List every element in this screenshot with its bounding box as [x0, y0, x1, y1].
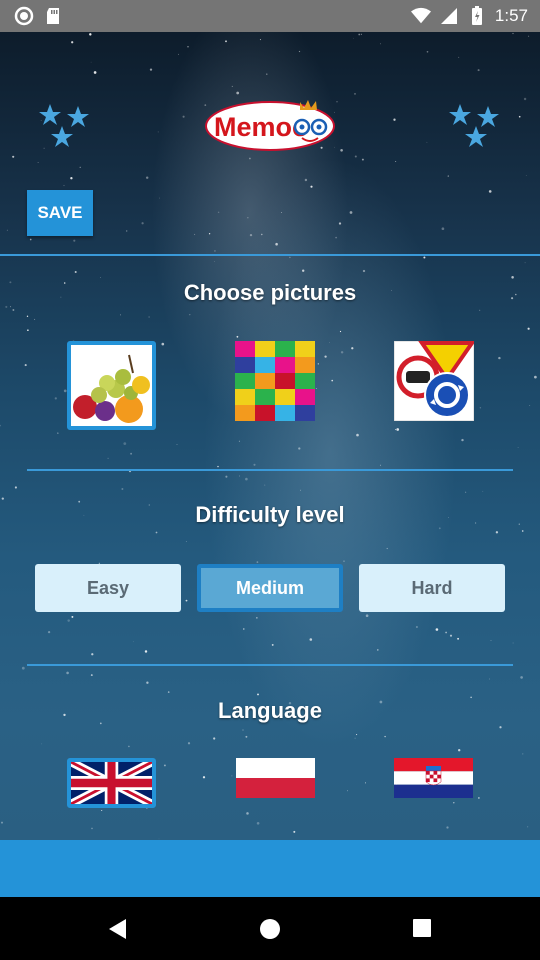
language-title: Language — [218, 698, 322, 723]
stars-decoration-right — [449, 104, 499, 147]
signal-icon — [440, 8, 457, 24]
traffic-signs-image — [393, 340, 476, 422]
save-button[interactable]: SAVE — [27, 190, 93, 236]
bottom-bar — [0, 840, 540, 897]
fruits-image — [71, 345, 152, 426]
stars-decoration-left — [39, 104, 89, 147]
picture-set-traffic-signs[interactable] — [393, 340, 476, 422]
wifi-icon — [410, 7, 431, 24]
picture-set-fruits[interactable] — [67, 341, 156, 430]
sd-card-icon — [47, 8, 59, 24]
memoo-logo: Memoo — [204, 98, 336, 152]
color-grid-image — [235, 341, 315, 421]
status-bar: 1:57 — [0, 0, 540, 32]
easy-button[interactable]: Easy — [35, 564, 181, 612]
english-flag[interactable] — [67, 758, 156, 808]
header: Memoo SAVE — [0, 32, 540, 256]
medium-button[interactable]: Medium — [197, 564, 343, 612]
settings-screen: Memoo SAVE Choose pictures Difficulty le… — [0, 32, 540, 840]
hard-button[interactable]: Hard — [359, 564, 505, 612]
polish-flag[interactable] — [236, 758, 315, 798]
croatian-flag[interactable] — [394, 758, 473, 798]
divider — [27, 469, 513, 471]
uk-flag-icon — [69, 758, 154, 808]
choose-pictures-title: Choose pictures — [183, 280, 357, 305]
picture-set-colors[interactable] — [235, 341, 315, 421]
croatia-flag-icon — [394, 758, 473, 798]
record-icon — [14, 6, 34, 26]
recents-icon[interactable] — [412, 918, 432, 938]
poland-flag-icon — [236, 758, 315, 798]
home-icon[interactable] — [259, 918, 281, 940]
navigation-bar — [0, 897, 540, 960]
clock: 1:57 — [494, 6, 528, 25]
difficulty-level-title: Difficulty level — [195, 502, 345, 527]
battery-icon — [471, 6, 482, 25]
back-icon[interactable] — [106, 917, 130, 941]
divider — [27, 664, 513, 666]
